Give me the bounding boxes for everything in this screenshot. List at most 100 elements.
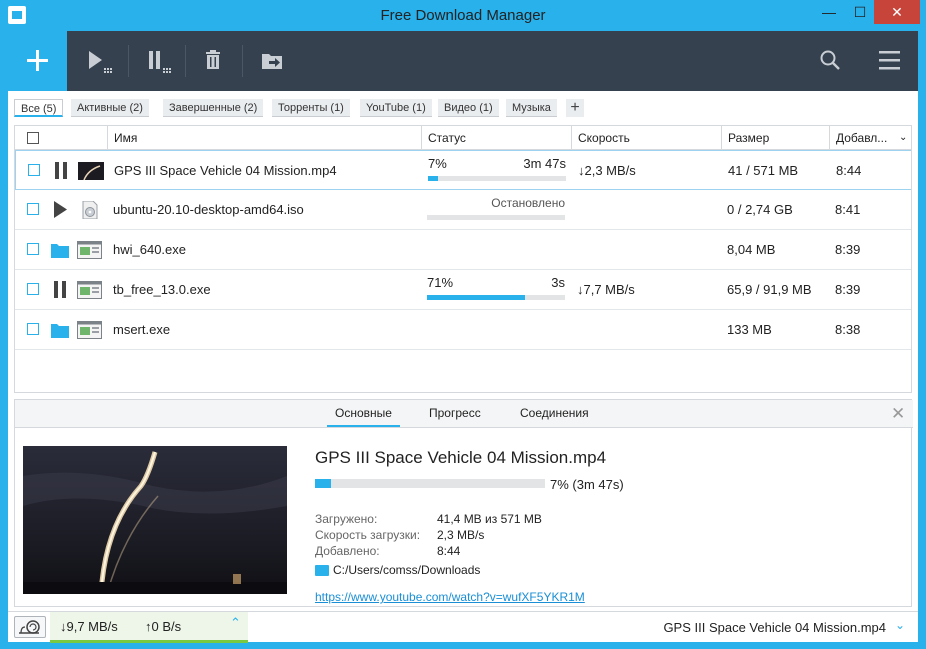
pause-icon[interactable]	[53, 281, 67, 298]
download-row[interactable]: tb_free_13.0.exe 71% 3s ↓7,7 MB/s 65,9 /…	[15, 270, 911, 310]
row-added-time: 8:38	[835, 322, 861, 337]
sort-chevron-icon: ⌄	[899, 132, 908, 143]
toolbar-divider	[242, 45, 243, 77]
row-added-time: 8:39	[835, 282, 861, 297]
download-row[interactable]: msert.exe 133 MB 8:38	[15, 310, 911, 350]
details-progress-bar	[315, 479, 545, 488]
delete-button[interactable]	[190, 31, 236, 91]
details-panel: Основные Прогресс Соединения ✕ GPS III S…	[14, 399, 913, 607]
row-checkbox[interactable]	[27, 323, 39, 335]
tab-general[interactable]: Основные	[327, 400, 400, 427]
resume-all-button[interactable]	[78, 31, 124, 91]
search-icon	[820, 50, 840, 70]
row-size: 65,9 / 91,9 MB	[727, 282, 812, 297]
row-file-name: GPS III Space Vehicle 04 Mission.mp4	[114, 163, 337, 178]
toolbar-divider	[185, 45, 186, 77]
row-checkbox[interactable]	[27, 243, 39, 255]
current-download-name: GPS III Space Vehicle 04 Mission.mp4	[663, 620, 886, 635]
filter-active[interactable]: Активные (2)	[71, 99, 149, 117]
column-status[interactable]: Статус	[421, 126, 571, 150]
filter-torrents[interactable]: Торренты (1)	[272, 99, 350, 117]
row-size: 133 MB	[727, 322, 772, 337]
row-eta: 3s	[551, 275, 565, 290]
exe-file-icon	[77, 321, 102, 339]
row-status-text: Остановлено	[491, 196, 565, 210]
pause-all-button[interactable]	[136, 31, 182, 91]
speed-summary[interactable]: ↓9,7 MB/s ↑0 B/s ⌃	[50, 612, 248, 643]
filter-youtube[interactable]: YouTube (1)	[360, 99, 432, 117]
save-path[interactable]: C:/Users/comss/Downloads	[333, 563, 480, 577]
download-row[interactable]: hwi_640.exe 8,04 MB 8:39	[15, 230, 911, 270]
row-file-name: tb_free_13.0.exe	[113, 282, 211, 297]
app-frame: Все (5) Активные (2) Завершенные (2) Тор…	[8, 31, 918, 643]
download-row[interactable]: GPS III Space Vehicle 04 Mission.mp4 7% …	[15, 150, 911, 190]
toolbar-divider	[128, 45, 129, 77]
menu-button[interactable]	[866, 31, 912, 91]
row-progress-bar	[427, 215, 565, 220]
row-size: 0 / 2,74 GB	[727, 202, 793, 217]
filter-music[interactable]: Музыка	[506, 99, 557, 117]
speed-limit-button[interactable]	[14, 616, 46, 638]
filter-video[interactable]: Видео (1)	[438, 99, 499, 117]
row-size: 8,04 MB	[727, 242, 776, 257]
total-upload-speed: ↑0 B/s	[145, 619, 182, 634]
filter-completed[interactable]: Завершенные (2)	[163, 99, 264, 117]
column-added[interactable]: Добавл... ⌄	[829, 126, 911, 150]
column-size[interactable]: Размер	[721, 126, 829, 150]
add-download-button[interactable]	[8, 31, 67, 91]
minimize-button[interactable]: —	[812, 0, 846, 24]
download-row[interactable]: ubuntu-20.10-desktop-amd64.iso Остановле…	[15, 190, 911, 230]
chevron-down-icon[interactable]: ⌄	[895, 618, 905, 632]
row-progress-bar	[427, 295, 565, 300]
row-file-name: msert.exe	[113, 322, 171, 337]
folder-icon[interactable]	[51, 241, 69, 258]
video-thumbnail-icon	[78, 162, 104, 180]
column-added-label: Добавл...	[836, 131, 888, 145]
snail-icon	[19, 620, 40, 634]
hamburger-menu-icon	[879, 51, 900, 70]
download-speed-value: 2,3 MB/s	[437, 528, 485, 542]
close-details-icon[interactable]: ✕	[891, 404, 905, 424]
source-url-link[interactable]: https://www.youtube.com/watch?v=wufXF5YK…	[315, 590, 585, 604]
tab-connections[interactable]: Соединения	[512, 400, 597, 427]
pause-icon	[149, 51, 171, 73]
row-speed: ↓2,3 MB/s	[578, 163, 636, 178]
move-files-button[interactable]	[250, 31, 296, 91]
row-size: 41 / 571 MB	[728, 163, 799, 178]
row-checkbox[interactable]	[28, 164, 40, 176]
downloaded-value: 41,4 MB из 571 MB	[437, 512, 542, 526]
folder-icon[interactable]	[315, 565, 329, 576]
trash-icon	[206, 50, 220, 69]
row-speed: ↓7,7 MB/s	[577, 282, 635, 297]
status-bar: ↓9,7 MB/s ↑0 B/s ⌃ GPS III Space Vehicle…	[8, 611, 918, 643]
rocket-launch-image	[23, 446, 287, 594]
search-button[interactable]	[808, 31, 854, 91]
downloaded-label: Загружено:	[315, 512, 378, 526]
close-window-button[interactable]: ✕	[874, 0, 920, 24]
play-icon[interactable]	[53, 201, 67, 218]
window-title: Free Download Manager	[380, 7, 546, 24]
row-file-name: ubuntu-20.10-desktop-amd64.iso	[113, 202, 304, 217]
expand-up-icon[interactable]: ⌃	[230, 615, 241, 631]
row-added-time: 8:39	[835, 242, 861, 257]
maximize-button[interactable]: ☐	[846, 0, 874, 24]
column-speed[interactable]: Скорость	[571, 126, 721, 150]
folder-icon[interactable]	[51, 321, 69, 338]
column-name[interactable]: Имя	[107, 126, 421, 150]
filter-all[interactable]: Все (5)	[14, 99, 64, 117]
disc-file-icon	[82, 201, 98, 219]
exe-file-icon	[77, 281, 102, 299]
row-progress-bar	[428, 176, 566, 181]
play-icon	[89, 51, 112, 73]
video-thumbnail	[23, 446, 287, 594]
tab-progress[interactable]: Прогресс	[421, 400, 489, 427]
toolbar	[8, 31, 918, 91]
pause-icon[interactable]	[54, 162, 68, 179]
row-added-time: 8:44	[836, 163, 862, 178]
row-added-time: 8:41	[835, 202, 861, 217]
filter-tabs: Все (5) Активные (2) Завершенные (2) Тор…	[8, 91, 918, 123]
row-checkbox[interactable]	[27, 203, 39, 215]
row-checkbox[interactable]	[27, 283, 39, 295]
select-all-checkbox[interactable]	[27, 132, 39, 144]
add-filter-button[interactable]: +	[566, 99, 584, 117]
